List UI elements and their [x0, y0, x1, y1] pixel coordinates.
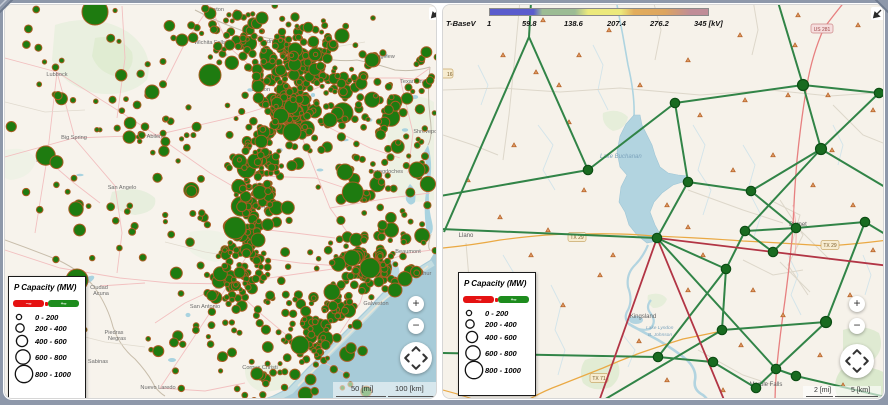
svg-text:16: 16 — [447, 72, 453, 78]
svg-text:TX 71: TX 71 — [592, 376, 606, 382]
svg-text:TX 29: TX 29 — [823, 243, 837, 249]
svg-text:Acuna: Acuna — [93, 291, 110, 297]
svg-text:B. Johnson: B. Johnson — [648, 332, 672, 338]
svg-text:Negras: Negras — [108, 336, 126, 342]
svg-text:Lake Lyndon: Lake Lyndon — [646, 325, 674, 331]
svg-text:Lubbock: Lubbock — [46, 72, 67, 78]
svg-text:Big Spring: Big Spring — [61, 135, 87, 141]
svg-text:San Angelo: San Angelo — [108, 185, 137, 191]
svg-text:Sabinas: Sabinas — [88, 359, 108, 365]
svg-text:TX 29: TX 29 — [570, 235, 584, 241]
svg-text:Llano: Llano — [459, 233, 474, 239]
svg-text:Galveston: Galveston — [363, 301, 388, 307]
svg-text:US 281: US 281 — [814, 27, 831, 33]
svg-text:Kingsland: Kingsland — [630, 314, 656, 320]
svg-text:San Antonio: San Antonio — [190, 304, 220, 310]
svg-text:Nuevo Laredo: Nuevo Laredo — [140, 385, 175, 391]
svg-text:Beaumont: Beaumont — [395, 249, 421, 255]
